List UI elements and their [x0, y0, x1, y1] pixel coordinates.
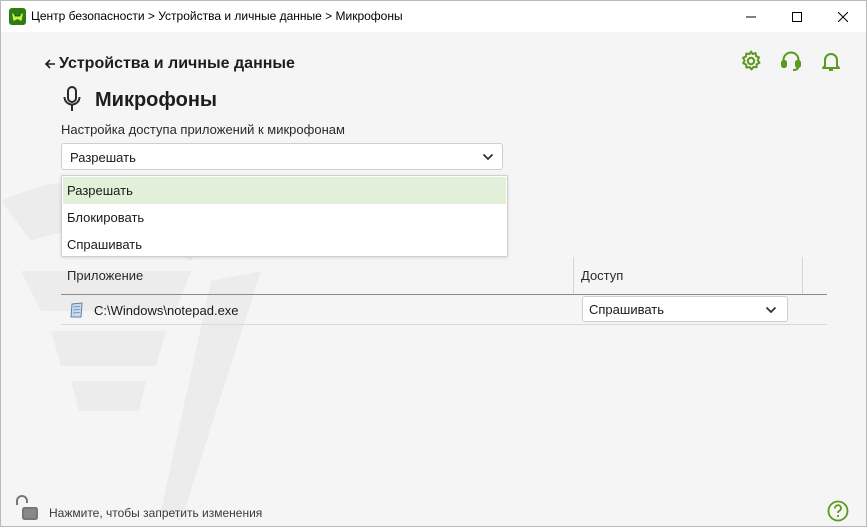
app-access-value: Спрашивать: [589, 302, 665, 317]
maximize-icon: [792, 11, 802, 22]
chevron-down-icon: [482, 153, 494, 161]
back-link-label: Устройства и личные данные: [59, 55, 295, 72]
app-logo-icon: [9, 8, 26, 25]
maximize-button[interactable]: [774, 1, 820, 32]
column-separator: [573, 257, 574, 294]
access-setting-label: Настройка доступа приложений к микрофона…: [61, 122, 345, 137]
window-title: Центр безопасности > Устройства и личные…: [31, 9, 403, 23]
access-select[interactable]: Разрешать: [61, 143, 503, 170]
title-bar: Центр безопасности > Устройства и личные…: [1, 1, 866, 32]
unlock-icon[interactable]: [15, 495, 41, 521]
microphone-icon: [63, 86, 81, 111]
minimize-icon: [746, 16, 756, 17]
page-title: Микрофоны: [95, 89, 218, 111]
close-window-button[interactable]: [820, 1, 866, 32]
dropdown-option-ask[interactable]: Спрашивать: [63, 231, 506, 258]
row-divider: [61, 324, 827, 325]
chevron-down-icon: [765, 306, 777, 314]
dropdown-option-block[interactable]: Блокировать: [63, 204, 506, 231]
arrow-left-icon: [44, 59, 55, 69]
header-divider: [61, 294, 827, 295]
close-icon: [838, 11, 848, 22]
gear-icon[interactable]: [739, 49, 763, 73]
help-icon[interactable]: [827, 500, 849, 522]
access-select-value: Разрешать: [70, 150, 136, 165]
minimize-button[interactable]: [728, 1, 774, 32]
notepad-file-icon: [70, 302, 83, 318]
app-window: Центр безопасности > Устройства и личные…: [0, 0, 867, 527]
headset-icon[interactable]: [779, 49, 803, 73]
column-separator: [802, 257, 803, 294]
bell-icon[interactable]: [819, 49, 843, 73]
back-link[interactable]: Устройства и личные данные: [43, 55, 295, 73]
dropdown-option-allow[interactable]: Разрешать: [63, 177, 506, 204]
access-dropdown-menu: Разрешать Блокировать Спрашивать: [61, 175, 508, 257]
app-path: C:\Windows\notepad.exe: [94, 303, 239, 318]
column-header-application[interactable]: Приложение: [67, 257, 143, 294]
app-access-select[interactable]: Спрашивать: [582, 296, 788, 322]
apps-table: Приложение Доступ C:\Windows\notepad.exe…: [61, 257, 827, 325]
lock-hint-text[interactable]: Нажмите, чтобы запретить изменения: [49, 506, 262, 520]
column-header-access[interactable]: Доступ: [581, 257, 623, 294]
